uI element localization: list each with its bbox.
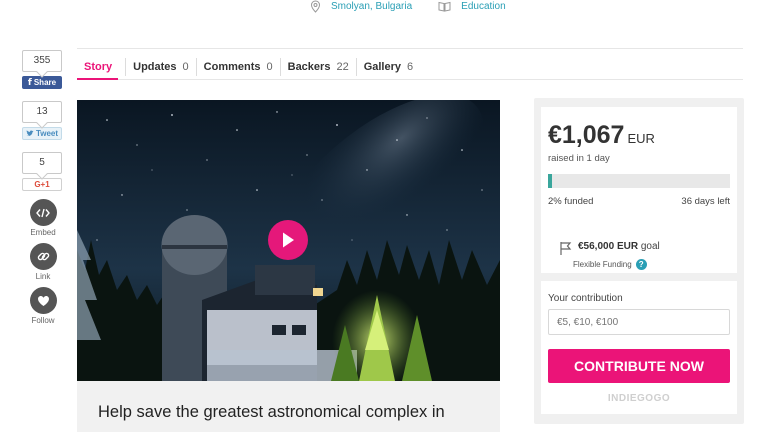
play-button[interactable] — [268, 220, 308, 260]
tab-gallery-count: 6 — [407, 60, 414, 73]
facebook-share-label: Share — [33, 78, 57, 87]
goal-word: goal — [640, 241, 660, 252]
tab-comments[interactable]: Comments 0 — [197, 57, 281, 76]
tab-gallery[interactable]: Gallery 6 — [357, 58, 420, 76]
location-text: Smolyan, Bulgaria — [331, 0, 413, 12]
campaign-video[interactable] — [77, 100, 500, 381]
raised-currency: EUR — [627, 131, 655, 146]
campaign-tabs: Story Updates 0 Comments 0 Backers 22 Ga… — [77, 54, 743, 80]
tab-updates-label: Updates — [133, 60, 177, 73]
link-button[interactable] — [29, 243, 57, 270]
code-icon — [36, 208, 50, 217]
tab-backers-label: Backers — [287, 60, 331, 73]
google-plus-label: G+1 — [34, 180, 50, 189]
tab-backers-count: 22 — [336, 60, 349, 73]
follow-button[interactable] — [29, 287, 57, 314]
tab-gallery-label: Gallery — [363, 60, 402, 73]
tab-comments-count: 0 — [266, 60, 273, 73]
raised-amount: €1,067 EUR — [548, 121, 655, 150]
location-link[interactable]: Smolyan, Bulgaria — [310, 0, 412, 13]
funding-type-label: Flexible Funding — [573, 260, 632, 269]
campaign-page: Smolyan, Bulgaria Education 355 f Share … — [0, 0, 768, 432]
campaign-title: Help save the greatest astronomical comp… — [98, 403, 445, 421]
header-divider — [77, 48, 743, 49]
story-content: Help save the greatest astronomical comp… — [77, 381, 500, 432]
help-icon[interactable]: ? — [635, 259, 647, 270]
contribution-card: Your contribution CONTRIBUTE NOW INDIEGO… — [541, 281, 737, 414]
contribution-input[interactable] — [548, 309, 730, 335]
active-tab-indicator — [77, 78, 118, 80]
link-label: Link — [35, 272, 51, 281]
campaign-meta: Smolyan, Bulgaria Education — [310, 0, 506, 13]
tab-story-label: Story — [84, 60, 113, 73]
tweet-button[interactable]: Tweet — [22, 127, 62, 140]
tab-updates[interactable]: Updates 0 — [126, 57, 197, 76]
tab-comments-label: Comments — [203, 60, 261, 73]
twitter-count: 13 — [22, 101, 62, 123]
funding-panel: €1,067 EUR raised in 1 day 2% funded 36 d… — [534, 98, 744, 424]
facebook-share-button[interactable]: f Share — [22, 76, 62, 89]
funding-type: Flexible Funding ? — [573, 259, 647, 270]
tab-story[interactable]: Story — [77, 57, 127, 76]
days-left: 36 days left — [681, 196, 730, 207]
percent-funded: 2% funded — [548, 196, 594, 207]
facebook-count: 355 — [22, 50, 62, 72]
contribute-now-button[interactable]: CONTRIBUTE NOW — [548, 349, 730, 383]
tab-backers[interactable]: Backers 22 — [281, 57, 357, 76]
category-link[interactable]: Education — [438, 0, 506, 12]
book-icon — [438, 1, 451, 12]
facebook-icon: f — [27, 77, 32, 88]
goal-amount: €56,000 — [578, 241, 615, 252]
raised-amount-value: €1,067 — [548, 121, 625, 149]
goal-text: €56,000 EUR goal — [578, 241, 660, 252]
embed-button[interactable] — [29, 199, 57, 226]
google-count: 5 — [22, 152, 62, 174]
category-text: Education — [461, 0, 506, 12]
map-pin-icon — [310, 0, 321, 13]
twitter-bird-icon — [26, 130, 34, 136]
google-plus-button[interactable]: G+1 — [22, 178, 62, 191]
play-icon — [283, 232, 294, 248]
indiegogo-logo: INDIEGOGO — [607, 393, 671, 404]
goal-currency: EUR — [616, 241, 639, 252]
flag-icon — [560, 242, 572, 255]
funding-progress-fill — [548, 174, 552, 188]
share-rail: 355 f Share 13 Tweet 5 G+1 Embed Link Fo… — [22, 50, 64, 325]
tweet-label: Tweet — [35, 129, 59, 138]
funding-goal: €56,000 EUR goal — [559, 241, 660, 256]
funding-summary: €1,067 EUR raised in 1 day 2% funded 36 d… — [541, 107, 737, 273]
embed-label: Embed — [30, 228, 56, 237]
link-icon — [37, 252, 49, 261]
funding-progress-bar — [548, 174, 730, 188]
contribution-label: Your contribution — [548, 293, 623, 304]
tab-updates-count: 0 — [182, 60, 189, 73]
heart-icon — [37, 295, 49, 306]
follow-label: Follow — [31, 316, 55, 325]
raised-duration: raised in 1 day — [548, 153, 610, 164]
